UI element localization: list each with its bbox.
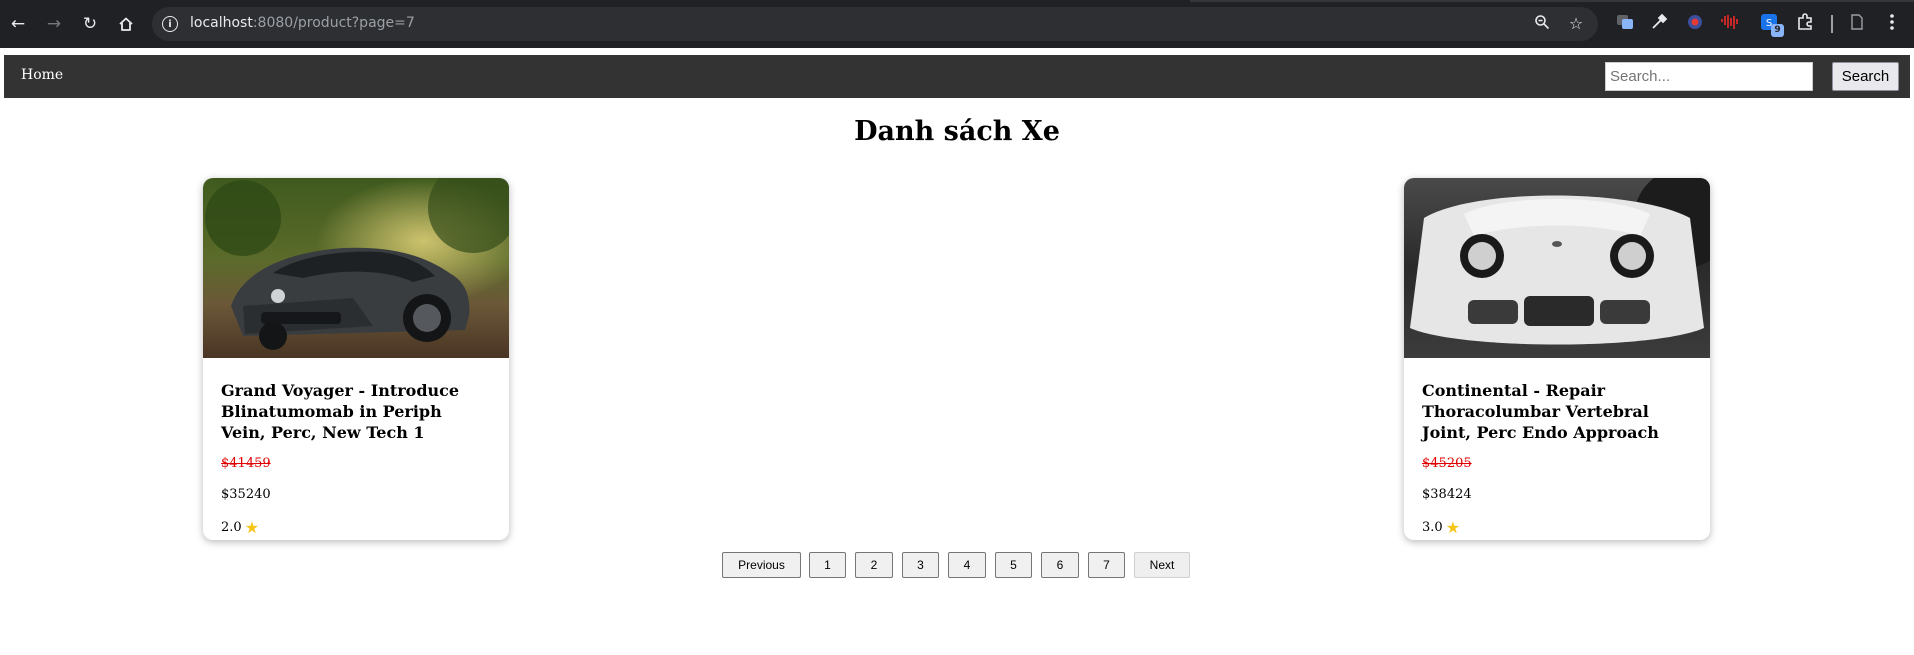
search-input[interactable] — [1605, 62, 1813, 91]
pagination-page-5[interactable]: 5 — [995, 552, 1032, 578]
home-icon[interactable] — [113, 11, 139, 37]
product-card[interactable]: Grand Voyager - Introduce Blinatumomab i… — [203, 178, 509, 540]
product-name[interactable]: Continental - Repair Thoracolumbar Verte… — [1422, 380, 1692, 443]
nav-home-link[interactable]: Home — [21, 67, 63, 83]
search-button[interactable]: Search — [1832, 62, 1899, 91]
bookmark-star-icon[interactable]: ☆ — [1566, 14, 1586, 34]
product-image-white-sports-car[interactable] — [1404, 178, 1710, 358]
audio-extension-icon[interactable] — [1719, 13, 1741, 35]
site-navbar: Home Search — [4, 55, 1910, 98]
product-rating: 3.0 ★ — [1422, 517, 1692, 537]
product-old-price: $41459 — [221, 456, 271, 471]
pagination-page-4[interactable]: 4 — [948, 552, 986, 578]
pagination-page-7[interactable]: 7 — [1088, 552, 1125, 578]
kebab-menu-icon[interactable] — [1881, 13, 1903, 35]
browser-toolbar: ← → ↻ i localhost:8080/product?page=7 ☆ … — [0, 0, 1914, 48]
pagination-page-6[interactable]: 6 — [1041, 552, 1079, 578]
product-price: $38424 — [1422, 487, 1472, 502]
reload-icon[interactable]: ↻ — [77, 11, 103, 37]
pagination: Previous 1 2 3 4 5 6 7 Next — [0, 552, 1914, 578]
zoom-icon[interactable] — [1532, 14, 1552, 34]
rating-value: 2.0 — [221, 520, 242, 535]
product-card[interactable]: Continental - Repair Thoracolumbar Verte… — [1404, 178, 1710, 540]
rating-value: 3.0 — [1422, 520, 1443, 535]
product-rating: 2.0 ★ — [221, 517, 491, 537]
site-info-icon[interactable]: i — [162, 16, 178, 32]
toolbar-divider — [1831, 15, 1833, 33]
pagination-page-3[interactable]: 3 — [902, 552, 939, 578]
rating-star-icon: ★ — [1445, 517, 1461, 537]
devtools-extension-icon[interactable] — [1684, 13, 1706, 35]
pagination-page-2[interactable]: 2 — [855, 552, 893, 578]
reading-list-icon[interactable] — [1846, 13, 1868, 35]
extension-count-badge: 9 — [1771, 24, 1784, 37]
product-old-price: $45205 — [1422, 456, 1472, 471]
forward-arrow-icon[interactable]: → — [41, 11, 67, 37]
back-arrow-icon[interactable]: ← — [5, 11, 31, 37]
product-image-dark-sports-car[interactable] — [203, 178, 509, 358]
page-title: Danh sách Xe — [854, 116, 1060, 147]
product-price: $35240 — [221, 487, 271, 502]
url-host: localhost — [190, 15, 253, 31]
url-path: :8080/product?page=7 — [252, 15, 415, 31]
rating-star-icon: ★ — [244, 517, 260, 537]
pagination-next-button[interactable]: Next — [1134, 552, 1190, 578]
url-text[interactable]: localhost:8080/product?page=7 — [190, 15, 415, 31]
product-name[interactable]: Grand Voyager - Introduce Blinatumomab i… — [221, 380, 491, 443]
tab-strip-edge — [1190, 0, 1914, 2]
extensions-puzzle-icon[interactable] — [1794, 13, 1816, 35]
pagination-previous-button[interactable]: Previous — [722, 552, 801, 578]
pagination-page-1[interactable]: 1 — [809, 552, 846, 578]
color-picker-extension-icon[interactable] — [1648, 13, 1670, 35]
address-bar[interactable]: i localhost:8080/product?page=7 ☆ — [152, 7, 1598, 41]
translate-extension-icon[interactable] — [1614, 13, 1636, 35]
profile-extension-icon[interactable]: S 9 — [1758, 13, 1784, 37]
